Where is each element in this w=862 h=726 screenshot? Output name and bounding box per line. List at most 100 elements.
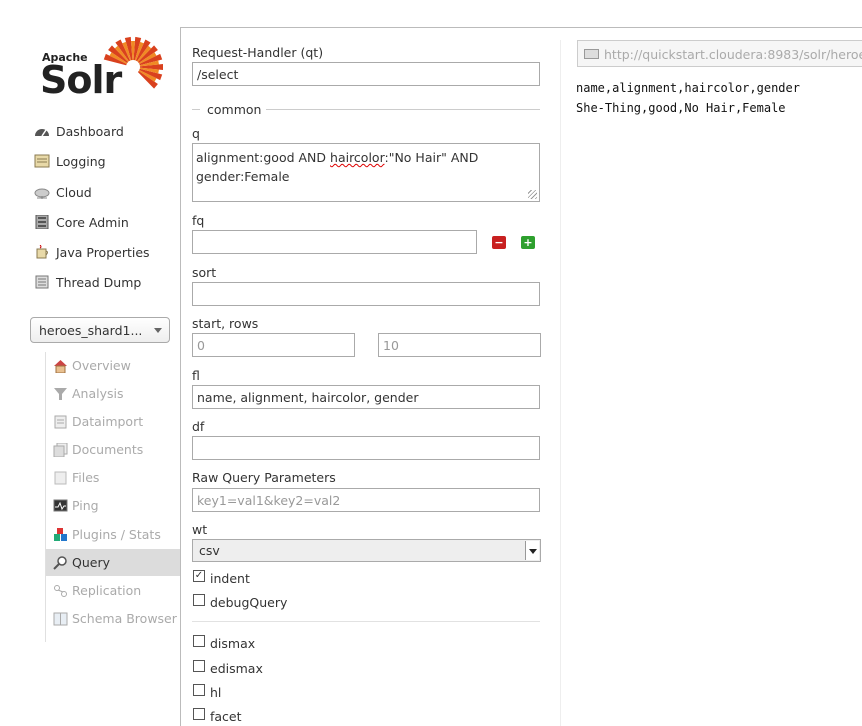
request-handler-label: Request-Handler (qt) (192, 45, 324, 60)
dashboard-icon (34, 124, 50, 138)
wt-select[interactable]: csv (192, 539, 541, 562)
chevron-down-icon (525, 541, 539, 560)
wt-label: wt (192, 522, 208, 537)
query-url-text: http://quickstart.cloudera:8983/solr/her… (604, 47, 862, 62)
schema-icon (53, 612, 68, 626)
q-line-2: gender:Female (196, 169, 290, 184)
solr-logo[interactable]: Apache Solr (40, 33, 165, 103)
core-menu-overview[interactable]: Overview (46, 352, 181, 379)
debugquery-label: debugQuery (210, 595, 288, 610)
nav-dashboard[interactable]: Dashboard (34, 120, 124, 142)
core-menu-label: Documents (72, 442, 144, 457)
q-label: q (192, 126, 200, 141)
thread-dump-icon (34, 275, 50, 289)
fq-label: fq (192, 213, 205, 228)
q-text-misspelled: haircolor (330, 150, 385, 165)
facet-label: facet (210, 709, 242, 724)
raw-params-label: Raw Query Parameters (192, 470, 336, 485)
core-menu-label: Replication (72, 583, 142, 598)
sort-input[interactable] (192, 282, 540, 306)
core-menu-label: Analysis (72, 386, 124, 401)
fl-input[interactable]: name, alignment, haircolor, gender (192, 385, 540, 409)
core-menu-ping[interactable]: Ping (46, 492, 181, 519)
dismax-label: dismax (210, 636, 256, 651)
start-rows-label: start, rows (192, 316, 259, 331)
files-icon (53, 471, 68, 485)
core-menu-label: Dataimport (72, 414, 144, 429)
logo-solr-text: Solr (40, 58, 122, 102)
fq-add-button[interactable]: + (521, 236, 535, 249)
core-menu-label: Overview (72, 358, 131, 373)
hl-checkbox[interactable] (193, 684, 205, 696)
core-menu-label: Ping (72, 498, 99, 513)
result-line: She-Thing,good,No Hair,Female (576, 101, 786, 115)
core-menu-label: Plugins / Stats (72, 527, 161, 542)
nav-label: Dashboard (56, 123, 124, 139)
plugins-icon (53, 527, 68, 542)
fq-input[interactable] (192, 230, 477, 254)
core-selector[interactable]: heroes_shard1... (30, 317, 170, 343)
replication-icon (53, 584, 68, 598)
rows-input[interactable]: 10 (378, 333, 541, 357)
raw-params-input[interactable]: key1=val1&key2=val2 (192, 488, 540, 512)
nav-thread-dump[interactable]: Thread Dump (34, 271, 141, 293)
pane-divider (560, 40, 561, 726)
debugquery-checkbox[interactable] (193, 594, 205, 606)
query-icon (53, 555, 68, 570)
core-menu: Overview Analysis Dataimport Documents F… (45, 352, 181, 642)
logging-icon (34, 154, 50, 168)
core-selector-value: heroes_shard1... (39, 322, 143, 338)
section-divider (192, 621, 540, 622)
indent-checkbox[interactable]: ✓ (193, 570, 205, 582)
url-icon (584, 49, 599, 59)
nav-logging[interactable]: Logging (34, 150, 106, 172)
core-menu-analysis[interactable]: Analysis (46, 380, 181, 407)
core-menu-dataimport[interactable]: Dataimport (46, 408, 181, 435)
start-input[interactable]: 0 (192, 333, 355, 357)
facet-checkbox[interactable] (193, 708, 205, 720)
home-icon (53, 359, 68, 373)
main-border-left (180, 27, 181, 726)
nav-core-admin[interactable]: Core Admin (34, 211, 129, 233)
q-text: alignment:good AND (196, 150, 331, 165)
funnel-icon (53, 387, 68, 401)
nav-label: Java Properties (56, 244, 150, 260)
fieldset-line (192, 109, 200, 110)
nav-java-properties[interactable]: Java Properties (34, 241, 150, 263)
nav-cloud[interactable]: Cloud (34, 181, 92, 203)
core-menu-label: Schema Browser (72, 611, 177, 626)
nav-label: Thread Dump (56, 274, 142, 290)
df-label: df (192, 419, 205, 434)
nav-label: Core Admin (56, 214, 129, 230)
sort-label: sort (192, 265, 217, 280)
request-handler-input[interactable]: /select (192, 62, 540, 86)
core-menu-schema-browser[interactable]: Schema Browser (46, 605, 181, 632)
chevron-down-icon (154, 328, 162, 333)
q-text: :"No Hair" AND (384, 150, 479, 165)
fq-remove-button[interactable]: − (492, 236, 506, 249)
cloud-icon (34, 185, 50, 199)
edismax-checkbox[interactable] (193, 660, 205, 672)
core-menu-replication[interactable]: Replication (46, 577, 181, 604)
query-url-link[interactable]: http://quickstart.cloudera:8983/solr/her… (577, 40, 862, 67)
core-menu-query[interactable]: Query (46, 549, 181, 576)
fl-label: fl (192, 368, 200, 383)
core-menu-plugins-stats[interactable]: Plugins / Stats (46, 521, 181, 548)
core-menu-files[interactable]: Files (46, 464, 181, 491)
dismax-checkbox[interactable] (193, 635, 205, 647)
core-menu-documents[interactable]: Documents (46, 436, 181, 463)
resize-grip-icon[interactable] (528, 190, 537, 199)
core-admin-icon (34, 214, 50, 230)
ping-icon (53, 499, 68, 513)
fieldset-line (266, 109, 540, 110)
java-icon (34, 244, 50, 259)
df-input[interactable] (192, 436, 540, 460)
wt-select-value: csv (199, 543, 220, 558)
dataimport-icon (53, 415, 68, 429)
nav-label: Cloud (56, 184, 92, 200)
nav-label: Logging (56, 153, 106, 169)
core-menu-label: Files (72, 470, 100, 485)
main-border-top (180, 27, 862, 28)
q-line-1: alignment:good AND haircolor:"No Hair" A… (196, 148, 536, 167)
q-textarea[interactable]: alignment:good AND haircolor:"No Hair" A… (192, 143, 540, 202)
